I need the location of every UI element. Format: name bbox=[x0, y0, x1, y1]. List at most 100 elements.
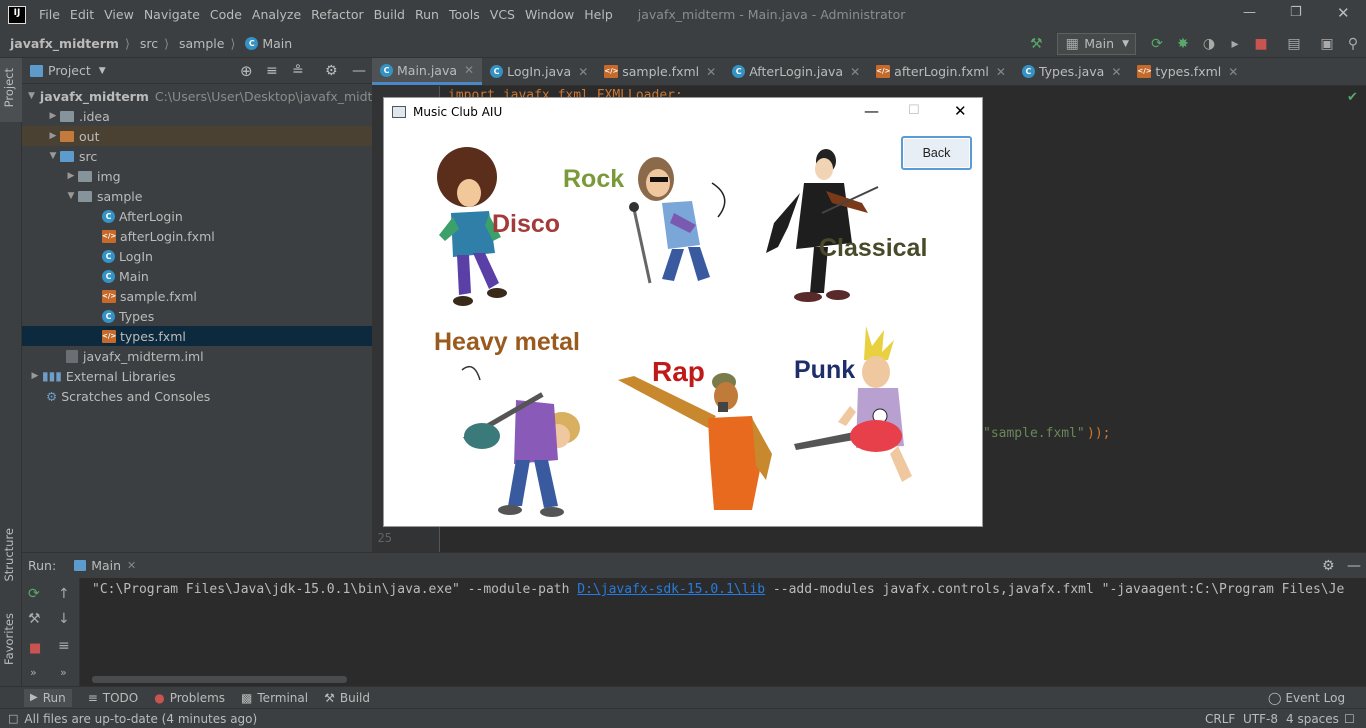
line-separator-indicator[interactable]: CRLF bbox=[1205, 712, 1235, 726]
expanded-arrow-icon[interactable]: ▼ bbox=[64, 191, 78, 201]
tree-item-idea[interactable]: ▶ .idea bbox=[22, 106, 372, 126]
tab-sample-fxml[interactable]: </> sample.fxml ✕ bbox=[596, 58, 724, 85]
menu-build[interactable]: Build bbox=[369, 7, 410, 22]
expand-all-icon[interactable]: ≡ bbox=[266, 63, 278, 79]
horizontal-scrollbar[interactable] bbox=[92, 676, 347, 683]
restore-icon[interactable]: ❐ bbox=[1290, 5, 1302, 20]
more-icon[interactable]: » bbox=[30, 666, 37, 679]
breadcrumb-src[interactable]: src bbox=[140, 36, 158, 51]
menu-vcs[interactable]: VCS bbox=[485, 7, 520, 22]
tool-tab-terminal[interactable]: ▩ Terminal bbox=[241, 691, 308, 705]
stop-icon[interactable]: ■ bbox=[1253, 36, 1269, 52]
menu-view[interactable]: View bbox=[99, 7, 139, 22]
tree-item-types-class[interactable]: C Types bbox=[22, 306, 372, 326]
breadcrumb-project[interactable]: javafx_midterm bbox=[10, 36, 119, 51]
menu-refactor[interactable]: Refactor bbox=[306, 7, 368, 22]
collapsed-arrow-icon[interactable]: ▶ bbox=[64, 171, 78, 181]
collapsed-arrow-icon[interactable]: ▶ bbox=[46, 111, 60, 121]
tab-afterlogin-java[interactable]: C AfterLogin.java ✕ bbox=[724, 58, 868, 85]
hide-panel-icon[interactable]: — bbox=[352, 63, 366, 79]
tool-tab-event-log[interactable]: ◯ Event Log bbox=[1268, 691, 1345, 705]
menu-help[interactable]: Help bbox=[579, 7, 618, 22]
tab-main-java[interactable]: C Main.java ✕ bbox=[372, 58, 483, 85]
tree-item-src[interactable]: ▼ src bbox=[22, 146, 372, 166]
tree-item-project-root[interactable]: ▼ javafx_midterm C:\Users\User\Desktop\j… bbox=[22, 86, 397, 106]
more-icon[interactable]: » bbox=[60, 666, 67, 679]
rock-singer-image[interactable] bbox=[614, 153, 744, 293]
expanded-arrow-icon[interactable]: ▼ bbox=[28, 91, 35, 101]
chevron-down-icon[interactable]: ▼ bbox=[99, 66, 106, 76]
rap-singer-image[interactable] bbox=[616, 370, 781, 515]
breadcrumb-main[interactable]: C Main bbox=[245, 36, 292, 51]
layout-icon[interactable]: ▣ bbox=[1319, 36, 1335, 52]
collapse-all-icon[interactable]: ≗ bbox=[292, 63, 304, 79]
soft-wrap-icon[interactable]: ≡ bbox=[58, 638, 70, 654]
tree-item-scratches[interactable]: ⚙ Scratches and Consoles bbox=[22, 386, 372, 406]
gear-icon[interactable]: ⚙ bbox=[325, 63, 338, 79]
close-tab-icon[interactable]: ✕ bbox=[706, 65, 716, 79]
lock-icon[interactable]: ☐ bbox=[1344, 712, 1355, 726]
close-tab-icon[interactable]: ✕ bbox=[578, 65, 588, 79]
menu-window[interactable]: Window bbox=[520, 7, 579, 22]
back-button[interactable]: Back bbox=[901, 136, 972, 170]
tree-item-sample[interactable]: ▼ sample bbox=[22, 186, 372, 206]
encoding-indicator[interactable]: UTF-8 bbox=[1243, 712, 1278, 726]
tree-item-img[interactable]: ▶ img bbox=[22, 166, 372, 186]
gear-icon[interactable]: ⚙ bbox=[1322, 558, 1335, 574]
close-tab-icon[interactable]: ✕ bbox=[996, 65, 1006, 79]
tab-login-java[interactable]: C LogIn.java ✕ bbox=[482, 58, 596, 85]
profile-icon[interactable]: ▸ bbox=[1227, 36, 1243, 52]
tab-types-fxml[interactable]: </> types.fxml ✕ bbox=[1129, 58, 1246, 85]
build-hammer-icon[interactable]: ⚒ bbox=[1028, 36, 1044, 52]
menu-edit[interactable]: Edit bbox=[65, 7, 99, 22]
tree-item-login-class[interactable]: C LogIn bbox=[22, 246, 372, 266]
debug-bug-icon[interactable]: ✸ bbox=[1175, 36, 1191, 52]
console-path-link[interactable]: D:\javafx-sdk-15.0.1\lib bbox=[577, 582, 765, 597]
close-tab-icon[interactable]: ✕ bbox=[1111, 65, 1121, 79]
tree-item-afterlogin-fxml[interactable]: </> afterLogin.fxml bbox=[22, 226, 372, 246]
tree-item-iml[interactable]: javafx_midterm.iml bbox=[22, 346, 372, 366]
tab-types-java[interactable]: C Types.java ✕ bbox=[1014, 58, 1129, 85]
menu-code[interactable]: Code bbox=[205, 7, 247, 22]
intellij-logo-icon[interactable]: IJ bbox=[8, 5, 26, 24]
status-panel-icon[interactable]: □ bbox=[8, 712, 18, 725]
project-view-select[interactable]: Project bbox=[48, 63, 91, 78]
collapsed-arrow-icon[interactable]: ▶ bbox=[46, 131, 60, 141]
close-tab-icon[interactable]: ✕ bbox=[850, 65, 860, 79]
menu-navigate[interactable]: Navigate bbox=[139, 7, 205, 22]
favorites-tool-tab[interactable]: Favorites bbox=[2, 613, 16, 665]
genre-punk-label[interactable]: Punk bbox=[794, 356, 855, 385]
menu-file[interactable]: File bbox=[34, 7, 65, 22]
tab-afterlogin-fxml[interactable]: </> afterLogin.fxml ✕ bbox=[868, 58, 1014, 85]
tree-item-afterlogin-class[interactable]: C AfterLogin bbox=[22, 206, 372, 226]
genre-heavy-metal-label[interactable]: Heavy metal bbox=[434, 328, 580, 357]
arrow-up-icon[interactable]: ↑ bbox=[58, 586, 70, 602]
rerun-icon[interactable]: ⟳ bbox=[28, 586, 40, 602]
coverage-icon[interactable]: ◑ bbox=[1201, 36, 1217, 52]
tool-tab-todo[interactable]: ≡ TODO bbox=[88, 691, 139, 705]
indent-indicator[interactable]: 4 spaces bbox=[1286, 712, 1339, 726]
console-output[interactable]: "C:\Program Files\Java\jdk-15.0.1\bin\ja… bbox=[92, 582, 1344, 597]
hide-panel-icon[interactable]: — bbox=[1347, 558, 1361, 574]
close-tab-icon[interactable]: ✕ bbox=[464, 63, 474, 77]
genre-disco-label[interactable]: Disco bbox=[492, 210, 560, 239]
tool-tab-run[interactable]: ▶ Run bbox=[24, 688, 72, 707]
punk-guitarist-image[interactable] bbox=[794, 326, 929, 496]
run-configuration-select[interactable]: ▦ Main ▼ bbox=[1057, 32, 1136, 55]
stop-icon[interactable]: ■ bbox=[29, 641, 41, 656]
breadcrumb-sample[interactable]: sample bbox=[179, 36, 224, 51]
locate-icon[interactable]: ⊕ bbox=[240, 62, 253, 80]
genre-rock-label[interactable]: Rock bbox=[563, 165, 624, 194]
genre-rap-label[interactable]: Rap bbox=[652, 356, 705, 388]
close-tab-icon[interactable]: ✕ bbox=[127, 559, 136, 572]
project-structure-icon[interactable]: ▤ bbox=[1286, 36, 1302, 52]
heavy-metal-guitarist-image[interactable] bbox=[454, 360, 594, 520]
tool-tab-problems[interactable]: ● Problems bbox=[154, 691, 225, 705]
tree-item-external-libraries[interactable]: ▶ ▮▮▮ External Libraries bbox=[22, 366, 372, 386]
minimize-icon[interactable]: — bbox=[864, 102, 879, 120]
wrench-icon[interactable]: ⚒ bbox=[28, 611, 41, 627]
tree-item-out[interactable]: ▶ out bbox=[22, 126, 372, 146]
expanded-arrow-icon[interactable]: ▼ bbox=[46, 151, 60, 161]
tree-item-sample-fxml[interactable]: </> sample.fxml bbox=[22, 286, 372, 306]
rerun-icon[interactable]: ⟳ bbox=[1149, 36, 1165, 52]
